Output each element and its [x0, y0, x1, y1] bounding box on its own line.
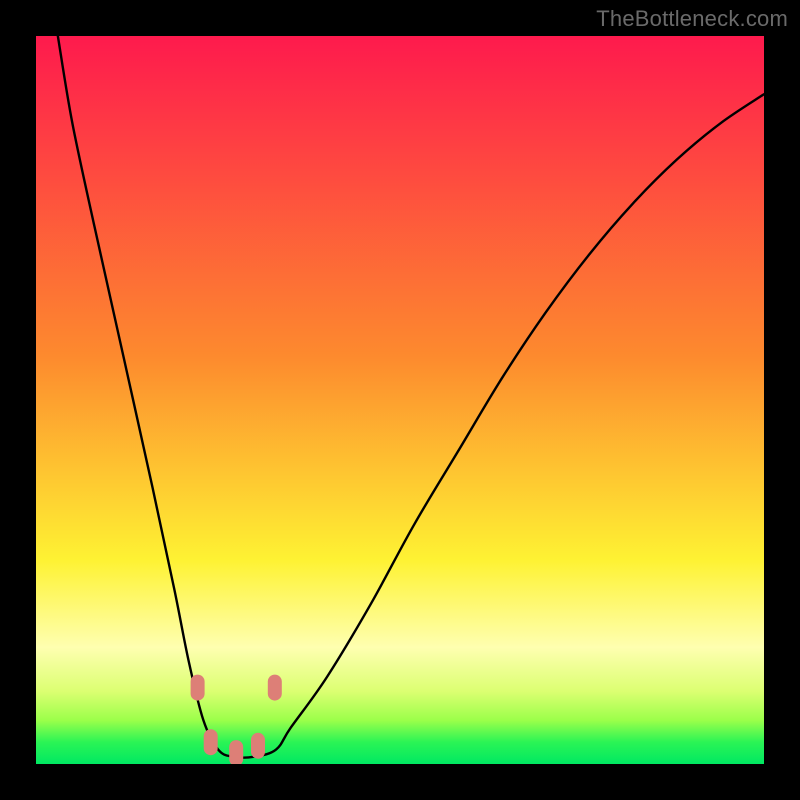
- curve-marker: [229, 740, 243, 764]
- curve-marker: [204, 729, 218, 755]
- chart-plot: [36, 36, 764, 764]
- curve-marker: [251, 733, 265, 759]
- chart-frame: [36, 36, 764, 764]
- curve-marker: [191, 675, 205, 701]
- curve-marker: [268, 675, 282, 701]
- bottleneck-curve: [58, 36, 764, 758]
- watermark-text: TheBottleneck.com: [596, 6, 788, 32]
